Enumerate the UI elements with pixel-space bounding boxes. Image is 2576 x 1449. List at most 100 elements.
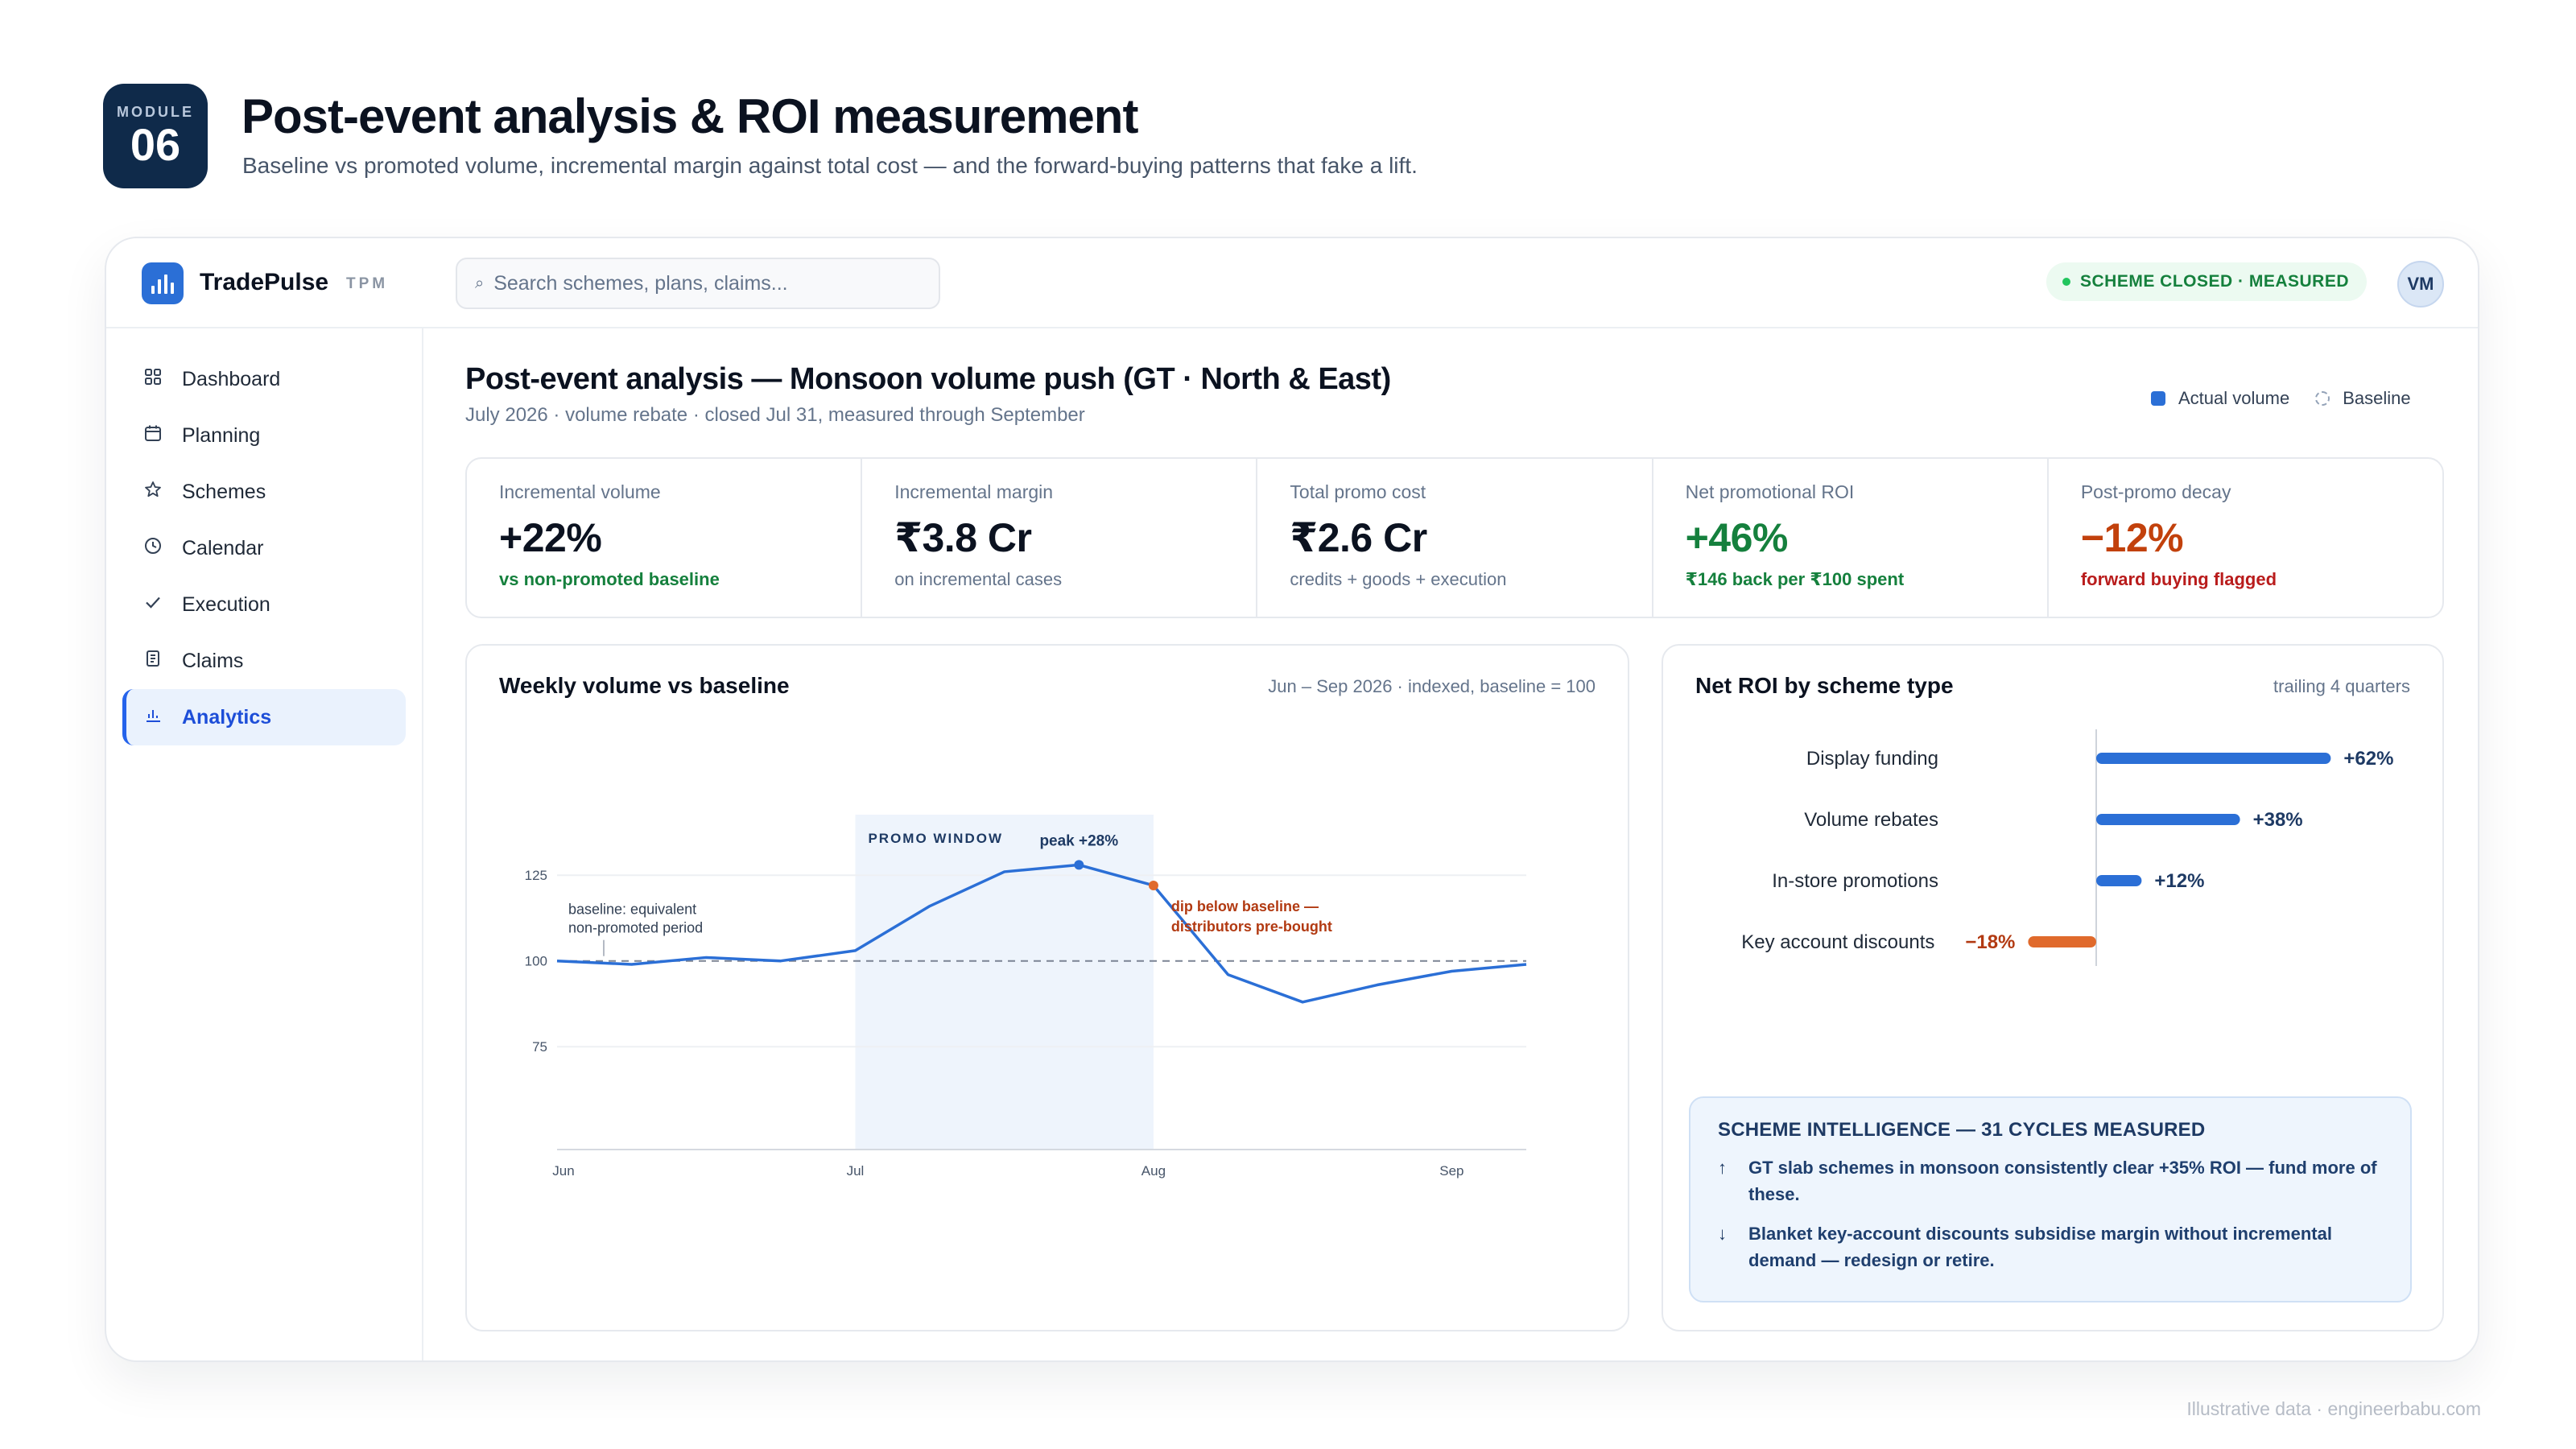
y-tick-labels: 75 100 125: [525, 868, 547, 1055]
document-icon: [143, 650, 163, 672]
kpi-incremental-volume: Incremental volume +22% vs non-promoted …: [467, 459, 863, 617]
kpi-note: forward buying flagged: [2080, 569, 2277, 589]
x-tick-labels: Jun Jul Aug Sep: [552, 1163, 1463, 1179]
dip-marker: [1148, 880, 1158, 890]
kpi-value: ₹2.6 Cr: [1290, 515, 1427, 560]
page-title: Post-event analysis & ROI measurement: [242, 89, 1138, 143]
kpi-strip: Incremental volume +22% vs non-promoted …: [465, 457, 2444, 618]
weekly-volume-panel: Weekly volume vs baseline Jun – Sep 2026…: [465, 644, 1629, 1331]
search-icon: ⌕: [475, 274, 485, 292]
roi-bars: Display funding +62% Volume rebates +38% In-…: [1741, 748, 2393, 953]
chart-legend: Actual volume Baseline: [2151, 388, 2411, 409]
logo-icon: [142, 262, 184, 304]
kpi-incremental-margin: Incremental margin ₹3.8 Cr on incrementa…: [862, 459, 1258, 617]
arrow-down-icon: ↓: [1718, 1224, 1727, 1244]
sidebar-item-planning[interactable]: Planning: [122, 407, 406, 464]
kpi-label: Incremental margin: [894, 481, 1054, 502]
search-input[interactable]: ⌕ Search schemes, plans, claims...: [456, 258, 940, 309]
kpi-note: on incremental cases: [894, 569, 1063, 589]
sidebar-item-calendar[interactable]: Calendar: [122, 520, 406, 576]
baseline-note-line1: baseline: equivalent: [568, 902, 696, 918]
roi-panel: Net ROI by scheme type trailing 4 quarte…: [1662, 644, 2444, 1331]
brand-tag: TPM: [346, 275, 389, 292]
kpi-net-roi: Net promotional ROI +46% ₹146 back per ₹…: [1653, 459, 2049, 617]
check-icon: [143, 593, 163, 616]
status-dot-icon: [2062, 278, 2070, 286]
roi-category-label: Volume rebates: [1804, 809, 1938, 831]
sidebar-item-claims[interactable]: Claims: [122, 633, 406, 689]
kpi-post-promo-decay: Post-promo decay −12% forward buying fla…: [2049, 459, 2442, 617]
legend-swatch-actual: [2151, 391, 2165, 406]
legend-swatch-baseline: [2315, 391, 2330, 406]
roi-category-label: Key account discounts: [1741, 931, 1934, 953]
x-tick-label: Jun: [552, 1163, 574, 1179]
kpi-value: −12%: [2080, 515, 2184, 560]
kpi-total-promo-cost: Total promo cost ₹2.6 Cr credits + goods…: [1257, 459, 1653, 617]
roi-bar-chart: Display funding +62% Volume rebates +38% In-…: [1741, 729, 2393, 966]
sidebar-item-analytics[interactable]: Analytics: [122, 689, 406, 745]
module-number: 06: [130, 118, 181, 170]
sidebar-item-label: Planning: [182, 423, 261, 447]
sidebar-item-label: Claims: [182, 649, 244, 672]
calendar-icon: [143, 424, 163, 447]
clock-icon: [143, 537, 163, 559]
search-placeholder: Search schemes, plans, claims...: [493, 271, 788, 295]
promo-window-label: PROMO WINDOW: [868, 831, 1003, 846]
sidebar-item-label: Execution: [182, 592, 270, 616]
module-label: MODULE: [117, 103, 194, 120]
legend-actual: Actual volume: [2178, 388, 2290, 408]
roi-value-label: +38%: [2253, 809, 2303, 831]
intel-item-text: Blanket key-account discounts subsidise …: [1748, 1224, 2332, 1270]
sidebar-item-execution[interactable]: Execution: [122, 576, 406, 633]
footer-note: Illustrative data · engineerbabu.com: [2186, 1398, 2481, 1419]
sidebar-item-label: Calendar: [182, 536, 264, 559]
intel-item-text: GT slab schemes in monsoon consistently …: [1748, 1158, 2377, 1204]
roi-value-label: +12%: [2154, 870, 2204, 892]
kpi-label: Post-promo decay: [2080, 481, 2231, 502]
intel-heading: SCHEME INTELLIGENCE — 31 CYCLES MEASURED: [1718, 1119, 2206, 1141]
app-window: TradePulse TPM ⌕ Search schemes, plans, …: [105, 237, 2479, 1362]
kpi-note: credits + goods + execution: [1290, 569, 1507, 589]
peak-label: peak +28%: [1039, 832, 1118, 849]
brand-name: TradePulse: [200, 269, 329, 295]
sidebar-item-dashboard[interactable]: Dashboard: [122, 351, 406, 407]
arrow-up-icon: ↑: [1718, 1158, 1727, 1178]
scheme-intelligence-box: SCHEME INTELLIGENCE — 31 CYCLES MEASURED…: [1689, 1096, 2412, 1302]
bar-chart-icon: [143, 706, 163, 729]
status-badge: SCHEME CLOSED · MEASURED: [2046, 262, 2368, 301]
kpi-note: vs non-promoted baseline: [499, 569, 720, 589]
x-tick-label: Jul: [847, 1163, 865, 1179]
star-icon: [143, 481, 163, 503]
promo-window-band: [855, 815, 1154, 1150]
kpi-label: Incremental volume: [499, 481, 661, 502]
legend-baseline: Baseline: [2343, 388, 2411, 408]
top-bar: TradePulse TPM ⌕ Search schemes, plans, …: [106, 238, 2478, 328]
x-tick-label: Sep: [1439, 1163, 1463, 1179]
kpi-value: +22%: [499, 515, 602, 560]
y-tick-label: 75: [532, 1039, 547, 1055]
y-tick-label: 100: [525, 954, 547, 969]
roi-bar: [2096, 875, 2142, 886]
kpi-value: +46%: [1685, 515, 1789, 560]
roi-bar: [2028, 936, 2096, 947]
roi-value-label: +62%: [2343, 748, 2393, 770]
page-subtitle: Baseline vs promoted volume, incremental…: [242, 153, 1418, 178]
sidebar-item-label: Analytics: [182, 705, 272, 729]
sidebar-item-schemes[interactable]: Schemes: [122, 464, 406, 520]
sidebar-item-label: Schemes: [182, 480, 266, 503]
sidebar: Dashboard Planning Schemes Calendar Exec…: [106, 328, 423, 1360]
avatar[interactable]: VM: [2397, 261, 2444, 308]
status-text: SCHEME CLOSED · MEASURED: [2080, 272, 2350, 291]
intel-item: ↑ GT slab schemes in monsoon consistentl…: [1718, 1154, 2383, 1208]
module-badge: MODULE 06: [103, 84, 208, 188]
roi-bar: [2096, 814, 2240, 825]
grid-icon: [143, 368, 163, 390]
kpi-label: Total promo cost: [1290, 481, 1426, 502]
analysis-title: Post-event analysis — Monsoon volume pus…: [465, 362, 1391, 396]
y-tick-label: 125: [525, 868, 547, 883]
baseline-note-line2: non-promoted period: [568, 920, 703, 936]
roi-category-label: Display funding: [1806, 748, 1938, 770]
intel-item: ↓ Blanket key-account discounts subsidis…: [1718, 1220, 2383, 1274]
x-tick-label: Aug: [1141, 1163, 1166, 1179]
dip-note-line2: distributors pre-bought: [1171, 919, 1332, 935]
